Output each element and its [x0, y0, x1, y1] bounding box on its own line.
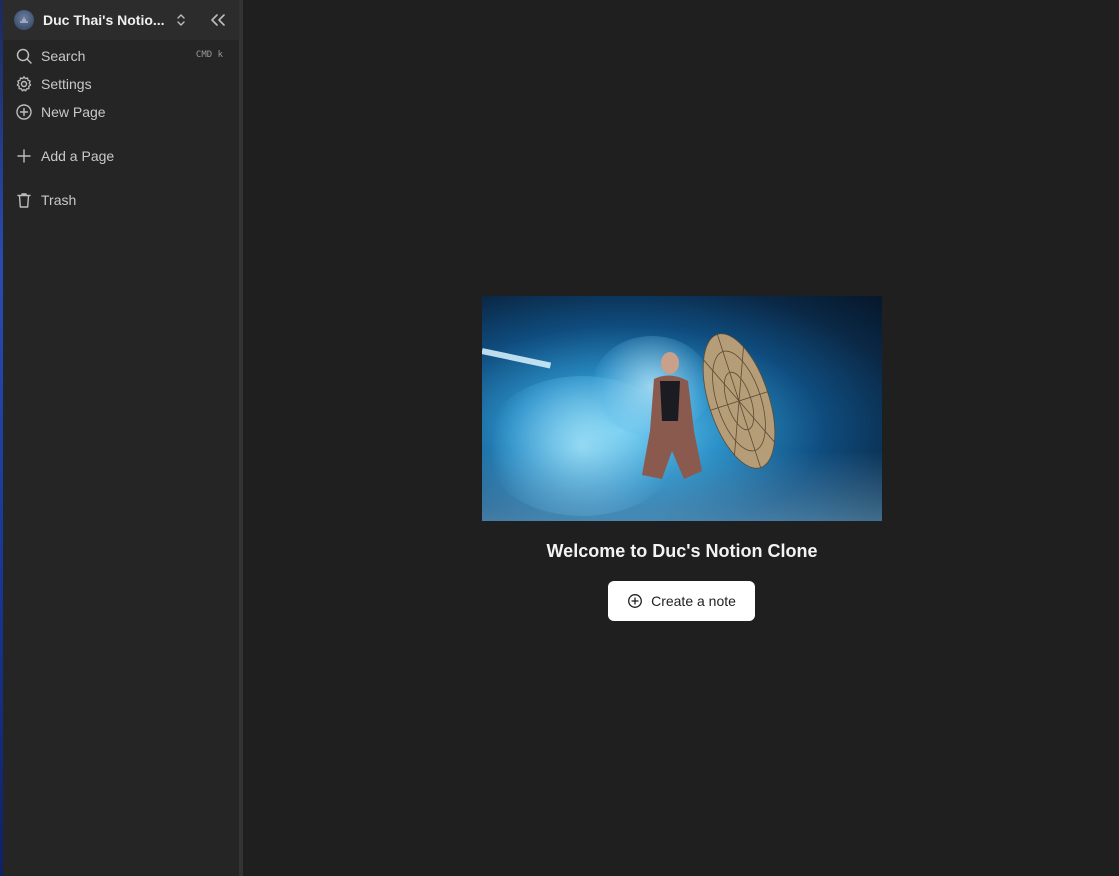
plus-circle-icon — [15, 103, 33, 121]
chevrons-up-down-icon[interactable] — [175, 12, 189, 28]
workspace-name: Duc Thai's Notio... — [43, 12, 165, 28]
sidebar-item-add-page[interactable]: Add a Page — [3, 142, 239, 170]
sidebar-item-label: Settings — [41, 76, 92, 92]
sidebar: Duc Thai's Notio... Search CMD k Setting… — [3, 0, 239, 876]
workspace-avatar-icon — [14, 10, 34, 30]
search-shortcut: CMD k — [195, 50, 223, 60]
sidebar-item-label: Search — [41, 48, 86, 64]
plus-icon — [15, 147, 33, 165]
sidebar-item-label: Trash — [41, 192, 77, 208]
trash-icon — [15, 191, 33, 209]
main-content: Welcome to Duc's Notion Clone Create a n… — [243, 0, 1119, 876]
gear-icon — [15, 75, 33, 93]
sidebar-item-label: New Page — [41, 104, 106, 120]
welcome-illustration — [482, 296, 882, 521]
plus-circle-icon — [627, 593, 643, 609]
search-icon — [15, 47, 33, 65]
sidebar-item-search[interactable]: Search CMD k — [3, 42, 239, 70]
sidebar-item-new-page[interactable]: New Page — [3, 98, 239, 126]
welcome-title: Welcome to Duc's Notion Clone — [546, 541, 818, 561]
chevrons-left-icon[interactable] — [209, 11, 227, 29]
workspace-switcher[interactable]: Duc Thai's Notio... — [3, 0, 239, 40]
create-note-button[interactable]: Create a note — [608, 581, 755, 621]
sidebar-item-settings[interactable]: Settings — [3, 70, 239, 98]
sidebar-item-trash[interactable]: Trash — [3, 186, 239, 214]
sidebar-item-label: Add a Page — [41, 148, 115, 164]
create-note-label: Create a note — [651, 593, 736, 609]
